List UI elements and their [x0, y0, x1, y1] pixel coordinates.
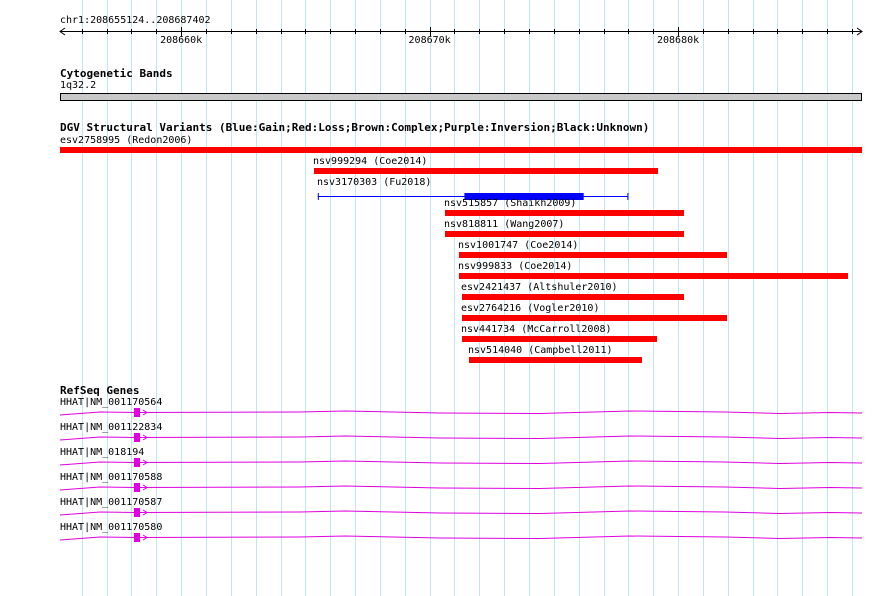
gene-model[interactable]: [0, 532, 890, 544]
ruler-tick-label: 208670k: [408, 35, 451, 46]
gene-exon: [134, 433, 140, 442]
variant-label[interactable]: esv2758995 (Redon2006): [60, 135, 192, 147]
variant-label[interactable]: nsv999833 (Coe2014): [458, 261, 572, 273]
cytoband-track-title: Cytogenetic Bands: [60, 67, 173, 80]
gene-model[interactable]: [0, 482, 890, 494]
gene-intron-line: [59, 535, 863, 541]
variant-bar-loss[interactable]: [461, 294, 685, 300]
variant-label[interactable]: esv2421437 (Altshuler2010): [461, 282, 618, 294]
variant-bar-loss[interactable]: [444, 231, 685, 237]
variant-label[interactable]: esv2764216 (Vogler2010): [461, 303, 599, 315]
gene-intron-line: [59, 460, 863, 466]
gene-exon: [134, 508, 140, 517]
variant-label[interactable]: nsv514040 (Campbell2011): [468, 345, 613, 357]
gene-model[interactable]: [0, 432, 890, 444]
variant-label[interactable]: nsv818811 (Wang2007): [444, 219, 564, 231]
variant-bar-loss[interactable]: [314, 168, 659, 174]
variant-label[interactable]: nsv999294 (Coe2014): [313, 156, 427, 168]
chromosome-ideogram[interactable]: [60, 93, 862, 101]
gene-model[interactable]: [0, 457, 890, 469]
ruler-tick-label: 208660k: [160, 35, 203, 46]
variant-label[interactable]: nsv515857 (Shaikh2009): [444, 198, 576, 210]
ruler-tick-label: 208680k: [657, 35, 700, 46]
dgv-track-title: DGV Structural Variants (Blue:Gain;Red:L…: [60, 121, 650, 134]
variant-bar-loss[interactable]: [461, 315, 727, 321]
refseq-track-title: RefSeq Genes: [60, 384, 140, 397]
gene-exon: [134, 533, 140, 542]
gene-exon: [134, 458, 140, 467]
gene-intron-line: [59, 485, 863, 491]
variant-bar-loss[interactable]: [459, 273, 849, 279]
gene-model[interactable]: [0, 407, 890, 419]
cytoband-label: 1q32.2: [60, 80, 97, 91]
gene-exon: [134, 408, 140, 417]
gene-intron-line: [59, 510, 863, 516]
variant-bar-loss[interactable]: [60, 147, 862, 153]
variant-label[interactable]: nsv1001747 (Coe2014): [458, 240, 578, 252]
gene-intron-line: [59, 435, 863, 441]
variant-label[interactable]: nsv441734 (McCarroll2008): [461, 324, 612, 336]
gene-exon: [134, 483, 140, 492]
gene-model[interactable]: [0, 507, 890, 519]
variant-bar-loss[interactable]: [469, 357, 643, 363]
variant-label[interactable]: nsv3170303 (Fu2018): [317, 177, 431, 189]
variant-bar-loss[interactable]: [461, 336, 657, 342]
gene-intron-line: [59, 410, 863, 416]
variant-bar-loss[interactable]: [459, 252, 727, 258]
variant-bar-loss[interactable]: [444, 210, 685, 216]
